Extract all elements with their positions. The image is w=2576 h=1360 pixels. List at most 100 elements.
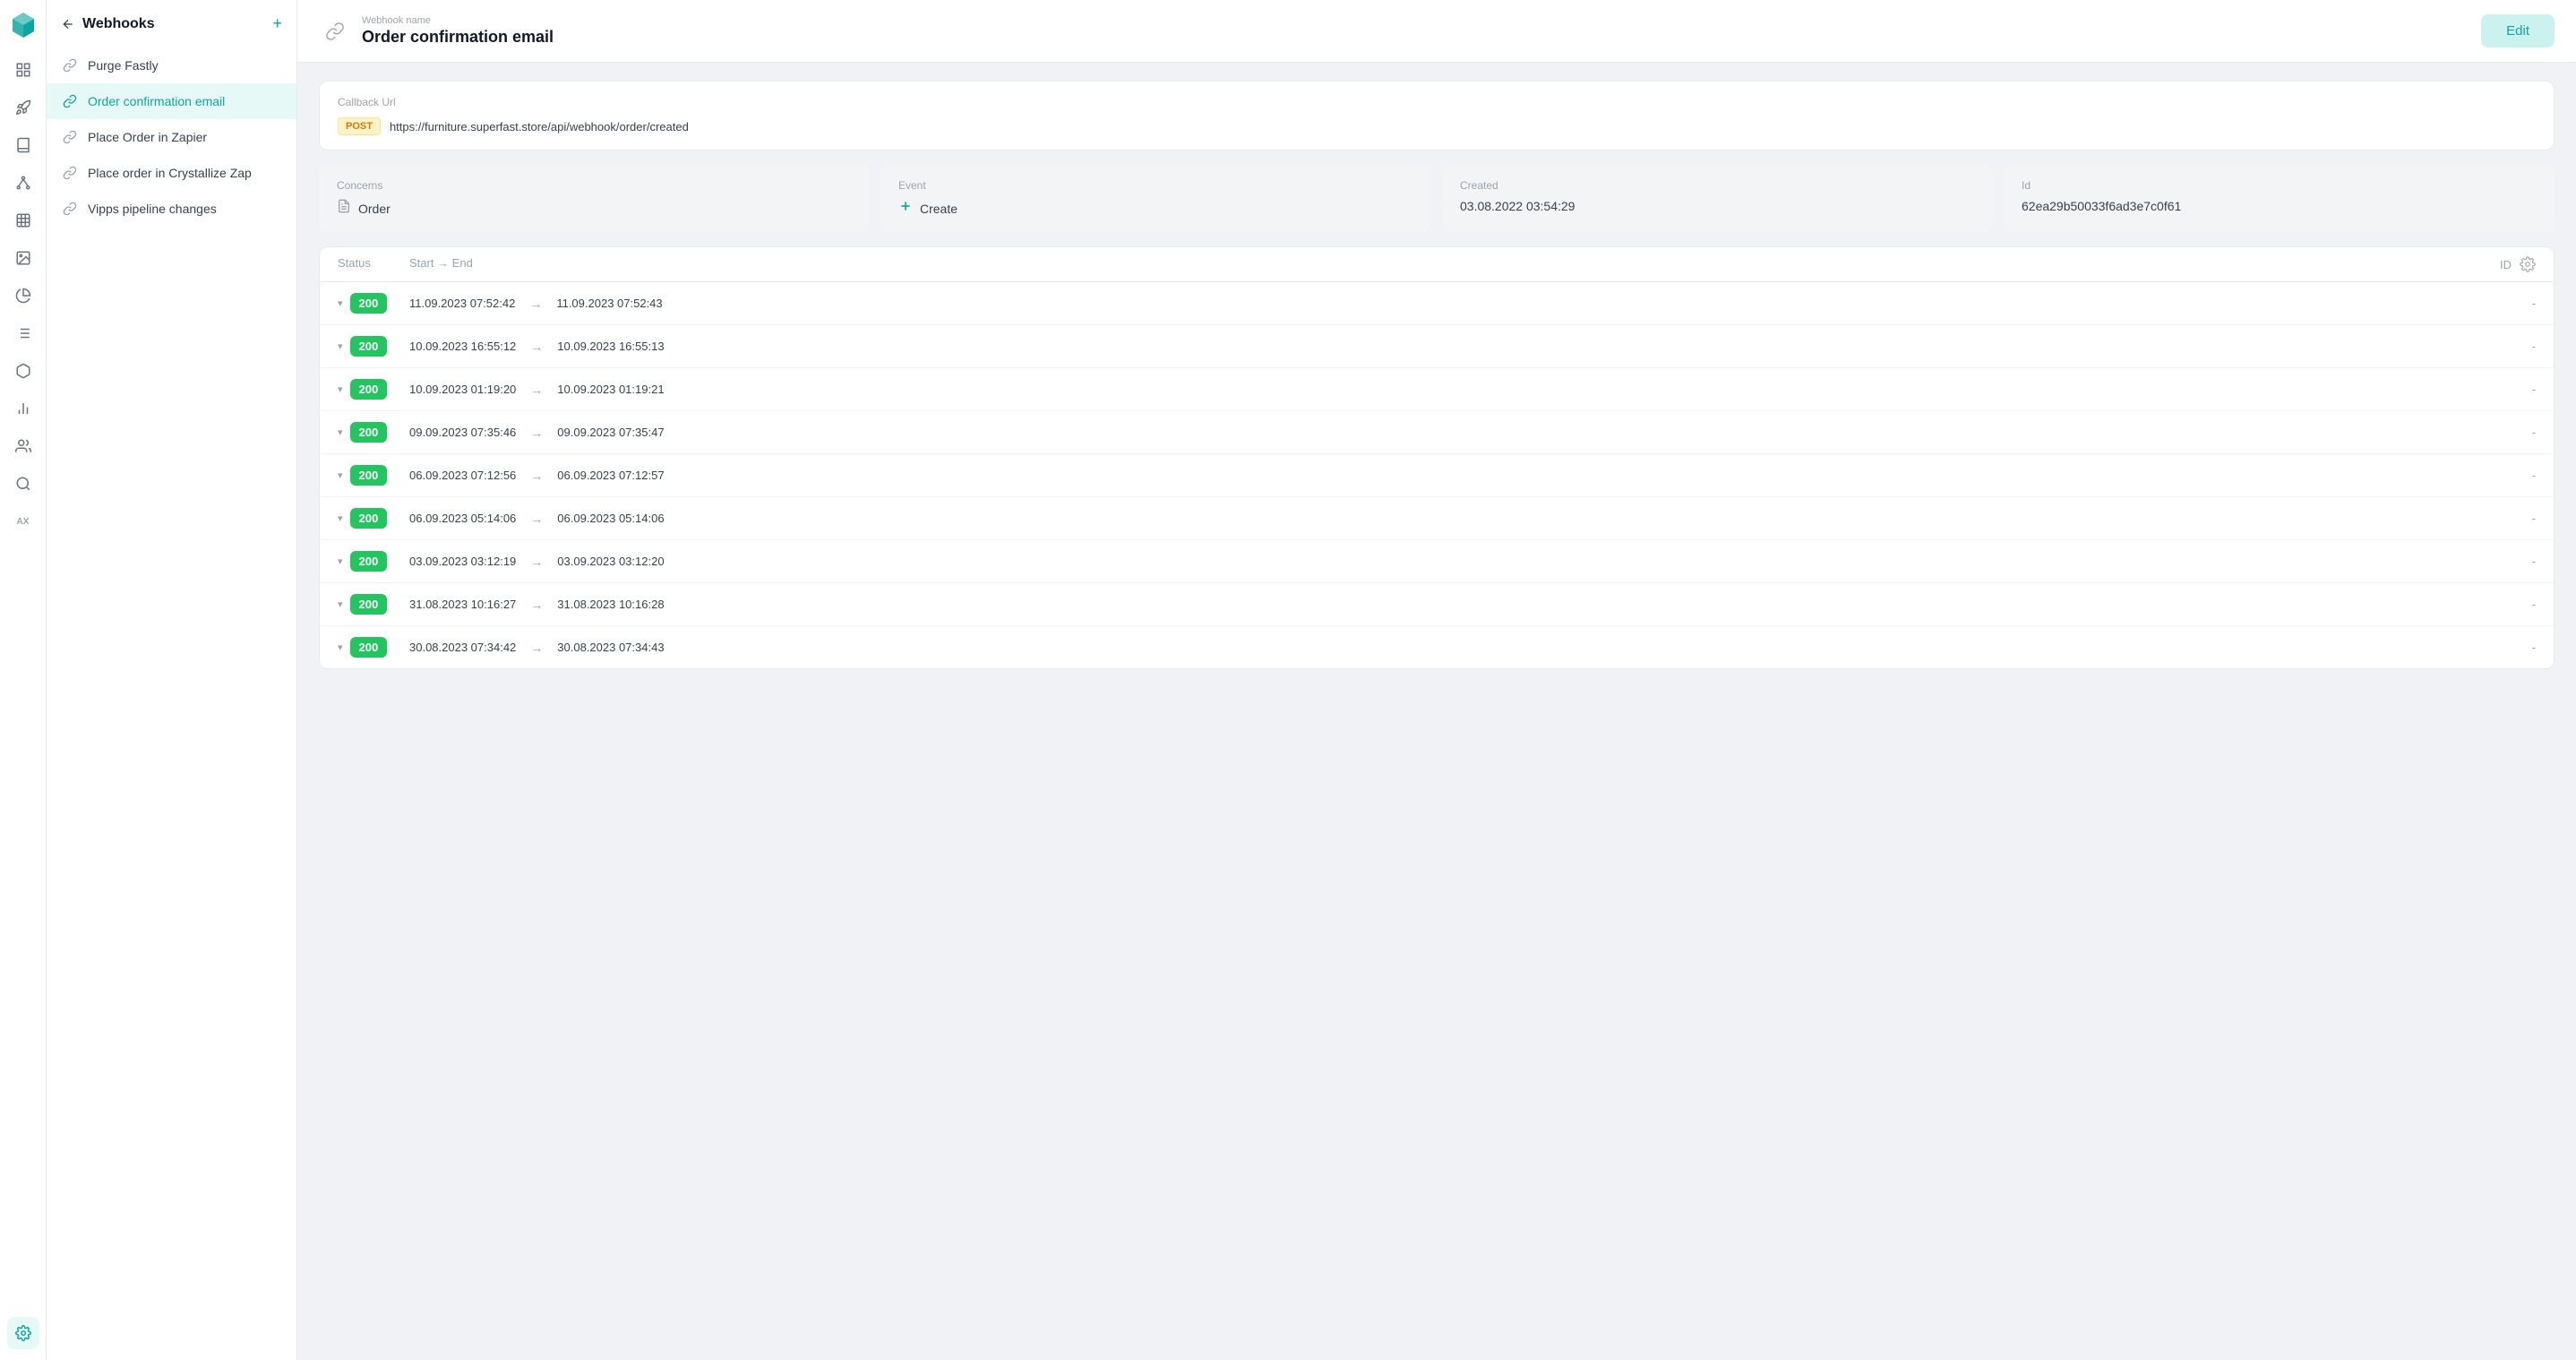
arrow-icon-7: → (530, 598, 543, 612)
status-badge-7: 200 (350, 594, 388, 615)
dashboard-icon[interactable] (7, 54, 39, 86)
sidebar-item-order-confirmation-email[interactable]: Order confirmation email (47, 83, 296, 119)
status-badge-8: 200 (350, 637, 388, 658)
id-cell-7: - (2500, 598, 2536, 611)
status-cell-0: ▾ 200 (338, 293, 409, 314)
status-cell-3: ▾ 200 (338, 422, 409, 443)
info-card-label-1: Event (898, 179, 1413, 192)
search-icon[interactable] (7, 468, 39, 500)
settings-nav-icon[interactable] (7, 1317, 39, 1349)
sidebar-item-vipps-pipeline-changes[interactable]: Vipps pipeline changes (47, 191, 296, 227)
table-row[interactable]: ▾ 200 03.09.2023 03:12:19 → 03.09.2023 0… (320, 540, 2554, 583)
back-button[interactable] (61, 17, 75, 31)
end-date-5: 06.09.2023 05:14:06 (557, 512, 664, 525)
row-chevron-6[interactable]: ▾ (338, 555, 343, 567)
arrow-icon-0: → (529, 297, 542, 311)
id-cell-1: - (2500, 340, 2536, 353)
start-date-4: 06.09.2023 07:12:56 (409, 469, 516, 482)
callback-url-card: Callback Url POST https://furniture.supe… (319, 81, 2555, 151)
dates-cell-6: 03.09.2023 03:12:19 → 03.09.2023 03:12:2… (409, 555, 2500, 569)
table-header: Status Start → End ID (320, 247, 2554, 282)
sidebar-header: Webhooks + (47, 14, 296, 47)
row-chevron-0[interactable]: ▾ (338, 297, 343, 309)
row-chevron-1[interactable]: ▾ (338, 340, 343, 352)
users-icon[interactable] (7, 430, 39, 462)
start-date-0: 11.09.2023 07:52:42 (409, 297, 515, 310)
table-row[interactable]: ▾ 200 06.09.2023 05:14:06 → 06.09.2023 0… (320, 497, 2554, 540)
arrow-icon-1: → (530, 340, 543, 354)
box-icon[interactable] (7, 355, 39, 387)
sidebar-label-order-confirmation-email: Order confirmation email (88, 94, 225, 108)
status-cell-7: ▾ 200 (338, 594, 409, 615)
analytics-icon[interactable] (7, 280, 39, 312)
col-start-end: Start → End (409, 256, 2500, 272)
end-date-6: 03.09.2023 03:12:20 (557, 555, 664, 568)
row-chevron-5[interactable]: ▾ (338, 512, 343, 524)
sidebar-item-purge-fastly[interactable]: Purge Fastly (47, 47, 296, 83)
status-badge-3: 200 (350, 422, 388, 443)
info-card-0: Concerns Order (319, 165, 870, 232)
table-row[interactable]: ▾ 200 11.09.2023 07:52:42 → 11.09.2023 0… (320, 282, 2554, 325)
start-date-8: 30.08.2023 07:34:42 (409, 641, 516, 654)
icon-bar: AX (0, 0, 47, 1360)
table-row[interactable]: ▾ 200 10.09.2023 16:55:12 → 10.09.2023 1… (320, 325, 2554, 368)
dates-cell-5: 06.09.2023 05:14:06 → 06.09.2023 05:14:0… (409, 512, 2500, 526)
start-date-6: 03.09.2023 03:12:19 (409, 555, 516, 568)
table-row[interactable]: ▾ 200 09.09.2023 07:35:46 → 09.09.2023 0… (320, 411, 2554, 454)
dates-cell-0: 11.09.2023 07:52:42 → 11.09.2023 07:52:4… (409, 297, 2500, 311)
info-card-2: Created 03.08.2022 03:54:29 (1442, 165, 1993, 232)
status-badge-1: 200 (350, 336, 388, 357)
row-chevron-3[interactable]: ▾ (338, 426, 343, 438)
book-icon[interactable] (7, 129, 39, 161)
info-cards: Concerns Order Event Create Created 03.0… (319, 165, 2555, 232)
table-row[interactable]: ▾ 200 06.09.2023 07:12:56 → 06.09.2023 0… (320, 454, 2554, 497)
status-cell-5: ▾ 200 (338, 508, 409, 529)
arrow-icon-3: → (530, 426, 543, 440)
arrow-icon-5: → (530, 512, 543, 526)
add-webhook-button[interactable]: + (272, 14, 282, 33)
sidebar-icon-vipps-pipeline-changes (61, 200, 79, 218)
id-cell-4: - (2500, 469, 2536, 482)
info-card-1: Event Create (880, 165, 1431, 232)
row-chevron-7[interactable]: ▾ (338, 598, 343, 610)
app-logo (9, 11, 38, 39)
end-date-8: 30.08.2023 07:34:43 (557, 641, 664, 654)
image-icon[interactable] (7, 242, 39, 274)
row-chevron-8[interactable]: ▾ (338, 641, 343, 653)
table-row[interactable]: ▾ 200 10.09.2023 01:19:20 → 10.09.2023 0… (320, 368, 2554, 411)
end-date-2: 10.09.2023 01:19:21 (557, 383, 664, 396)
webhook-name-label: Webhook name (362, 15, 554, 26)
table-settings-icon[interactable] (2520, 256, 2536, 272)
sidebar-item-place-order-crystallize-zap[interactable]: Place order in Crystallize Zap (47, 155, 296, 191)
end-date-7: 31.08.2023 10:16:28 (557, 598, 664, 611)
info-card-label-0: Concerns (337, 179, 852, 192)
sidebar-label-vipps-pipeline-changes: Vipps pipeline changes (88, 202, 217, 216)
edit-button[interactable]: Edit (2481, 14, 2555, 47)
post-badge: POST (338, 117, 381, 135)
grid-icon[interactable] (7, 204, 39, 237)
table-row[interactable]: ▾ 200 31.08.2023 10:16:27 → 31.08.2023 1… (320, 583, 2554, 626)
table-body: ▾ 200 11.09.2023 07:52:42 → 11.09.2023 0… (320, 282, 2554, 668)
list-icon[interactable] (7, 317, 39, 349)
row-chevron-2[interactable]: ▾ (338, 383, 343, 395)
sidebar-label-place-order-in-zapier: Place Order in Zapier (88, 130, 207, 144)
row-chevron-4[interactable]: ▾ (338, 469, 343, 481)
event-plus-icon (898, 199, 913, 218)
chart-icon[interactable] (7, 392, 39, 425)
sidebar-header-left: Webhooks (61, 16, 155, 32)
id-cell-6: - (2500, 555, 2536, 568)
webhook-header: Webhook name Order confirmation email Ed… (297, 0, 2576, 63)
callback-url-row: POST https://furniture.superfast.store/a… (338, 117, 2536, 135)
status-cell-1: ▾ 200 (338, 336, 409, 357)
ai-icon[interactable]: AX (7, 505, 39, 538)
rocket-icon[interactable] (7, 91, 39, 124)
status-badge-0: 200 (350, 293, 388, 314)
id-cell-3: - (2500, 426, 2536, 439)
table-row[interactable]: ▾ 200 30.08.2023 07:34:42 → 30.08.2023 0… (320, 626, 2554, 668)
col-status: Status (338, 256, 409, 272)
nodes-icon[interactable] (7, 167, 39, 199)
sidebar-item-place-order-in-zapier[interactable]: Place Order in Zapier (47, 119, 296, 155)
arrow-icon-8: → (530, 641, 543, 655)
sidebar-items: Purge Fastly Order confirmation email Pl… (47, 47, 296, 227)
sidebar-icon-place-order-in-zapier (61, 128, 79, 146)
